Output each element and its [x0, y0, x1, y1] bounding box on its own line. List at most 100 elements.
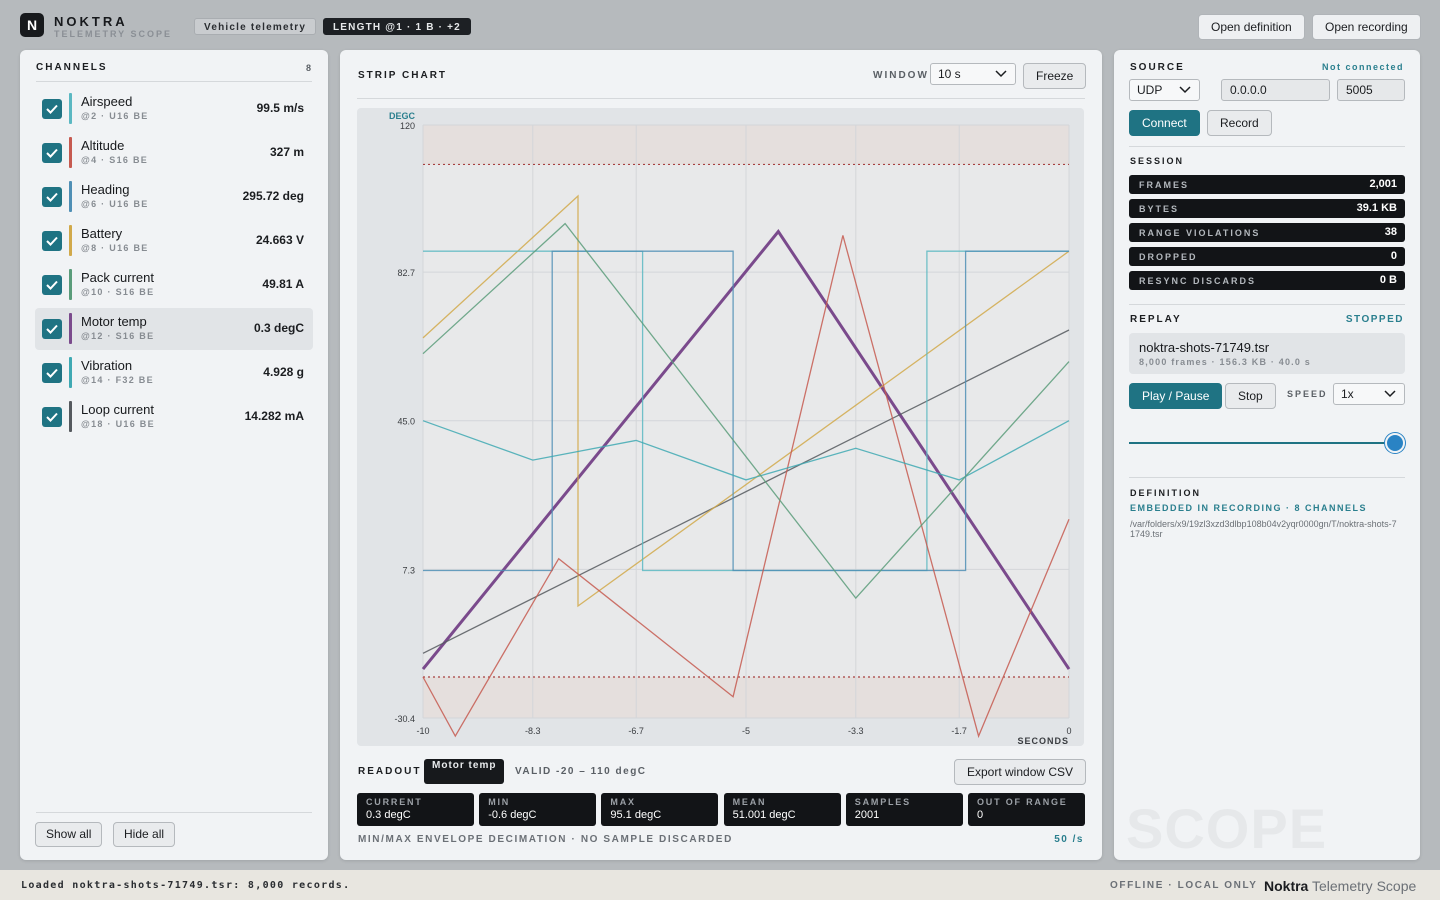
channel-value: 295.72 deg: [242, 189, 304, 203]
channel-value: 14.282 mA: [244, 409, 304, 423]
channel-row[interactable]: Motor temp @12 · S16 BE 0.3 degC: [35, 308, 313, 350]
readout-stat: MAX 95.1 degC: [601, 793, 719, 826]
stop-button[interactable]: Stop: [1225, 383, 1276, 409]
connection-status: Not connected: [1321, 62, 1404, 72]
channel-color-swatch: [69, 225, 72, 256]
chevron-down-icon: [1384, 390, 1396, 398]
source-title: SOURCE: [1130, 62, 1185, 73]
x-tick-label: -1.7: [951, 726, 967, 736]
stat-label: MEAN: [732, 797, 767, 807]
channel-value: 99.5 m/s: [256, 101, 304, 115]
brand-name: NOKTRA: [54, 14, 128, 29]
channel-meta: @2 · U16 BE: [81, 111, 149, 121]
export-csv-button[interactable]: Export window CSV: [954, 759, 1087, 785]
replay-title: REPLAY: [1130, 314, 1182, 325]
host-input[interactable]: 0.0.0.0: [1221, 79, 1330, 101]
protocol-select[interactable]: UDP: [1129, 79, 1200, 101]
chevron-down-icon: [1179, 86, 1191, 94]
definition-source: EMBEDDED IN RECORDING · 8 CHANNELS: [1130, 503, 1368, 513]
channel-meta: @14 · F32 BE: [81, 375, 154, 385]
channel-checkbox[interactable]: [42, 231, 62, 251]
window-value: 10 s: [938, 67, 961, 81]
show-all-button[interactable]: Show all: [35, 822, 103, 847]
replay-file-meta: 8,000 frames · 156.3 KB · 40.0 s: [1139, 357, 1311, 367]
port-input[interactable]: 5005: [1337, 79, 1405, 101]
check-icon: [46, 192, 58, 202]
metric-label: FRAMES: [1139, 180, 1189, 190]
definition-title: DEFINITION: [1130, 488, 1201, 498]
divider: [1129, 146, 1405, 147]
stat-value: 95.1 degC: [610, 809, 662, 821]
channel-meta: @10 · S16 BE: [81, 287, 155, 297]
channel-checkbox[interactable]: [42, 143, 62, 163]
channel-checkbox[interactable]: [42, 99, 62, 119]
replay-slider-track[interactable]: [1129, 442, 1405, 444]
channels-title: CHANNELS: [36, 62, 108, 73]
channel-color-swatch: [69, 181, 72, 212]
stat-value: -0.6 degC: [488, 809, 537, 821]
divider: [36, 81, 312, 82]
window-select[interactable]: 10 s: [930, 63, 1016, 85]
replay-file-name: noktra-shots-71749.tsr: [1139, 340, 1270, 355]
channel-name: Heading: [81, 182, 130, 197]
channel-row[interactable]: Altitude @4 · S16 BE 327 m: [35, 132, 313, 174]
channel-value: 49.81 A: [262, 277, 304, 291]
profile-pill[interactable]: Vehicle telemetry: [194, 18, 317, 35]
x-axis-label: SECONDS: [1017, 736, 1069, 746]
metric-value: 38: [1384, 226, 1397, 238]
window-label: WINDOW: [873, 70, 929, 81]
chevron-down-icon: [995, 70, 1007, 78]
check-icon: [46, 148, 58, 158]
session-metric: RANGE VIOLATIONS 38: [1129, 223, 1405, 242]
y-tick-label: 120: [400, 121, 415, 131]
play-pause-button[interactable]: Play / Pause: [1129, 383, 1223, 409]
speed-select[interactable]: 1x: [1333, 383, 1405, 405]
channel-checkbox[interactable]: [42, 187, 62, 207]
freeze-button[interactable]: Freeze: [1023, 63, 1087, 89]
readout-stat: MEAN 51.001 degC: [723, 793, 841, 826]
channel-color-swatch: [69, 357, 72, 388]
replay-slider-thumb[interactable]: [1385, 433, 1405, 453]
connect-button[interactable]: Connect: [1129, 110, 1200, 136]
channel-row[interactable]: Battery @8 · U16 BE 24.663 V: [35, 220, 313, 262]
brand-subtitle: TELEMETRY SCOPE: [54, 29, 173, 39]
channels-count: 8: [305, 63, 311, 73]
check-icon: [46, 104, 58, 114]
status-brand-bold: Noktra: [1264, 878, 1309, 894]
channel-color-swatch: [69, 93, 72, 124]
channel-name: Loop current: [81, 402, 154, 417]
strip-chart-title: STRIP CHART: [358, 70, 448, 81]
channel-checkbox[interactable]: [42, 363, 62, 383]
x-tick-label: -10: [416, 726, 429, 736]
stat-label: CURRENT: [366, 797, 423, 807]
channel-checkbox[interactable]: [42, 319, 62, 339]
channel-row[interactable]: Loop current @18 · U16 BE 14.282 mA: [35, 396, 313, 438]
channel-row[interactable]: Pack current @10 · S16 BE 49.81 A: [35, 264, 313, 306]
readout-stat: CURRENT 0.3 degC: [357, 793, 474, 826]
metric-label: RANGE VIOLATIONS: [1139, 228, 1261, 238]
readout-label: READOUT: [358, 766, 422, 777]
channel-row[interactable]: Vibration @14 · F32 BE 4.928 g: [35, 352, 313, 394]
channel-meta: @18 · U16 BE: [81, 419, 155, 429]
open-definition-button[interactable]: Open definition: [1198, 14, 1305, 40]
readout-channel-chip[interactable]: Motor temp: [424, 759, 505, 784]
replay-file-card: noktra-shots-71749.tsr 8,000 frames · 15…: [1129, 333, 1405, 374]
stat-label: OUT OF RANGE: [977, 797, 1068, 807]
strip-chart[interactable]: 120 82.7 45.0 7.3 -30.4 -10 -8.3 -6.7 -5 -3.3 -1.7…: [357, 108, 1084, 746]
selection-pill[interactable]: LENGTH @1 · 1 B · +2: [323, 18, 471, 35]
channel-name: Altitude: [81, 138, 125, 153]
chart-canvas[interactable]: 120 82.7 45.0 7.3 -30.4-10 -8.3 -6.7 -5 -3.3 -1.7…: [357, 108, 1084, 746]
status-mode: OFFLINE · LOCAL ONLY: [1110, 880, 1258, 891]
stat-value: 0: [977, 809, 984, 821]
channel-row[interactable]: Heading @6 · U16 BE 295.72 deg: [35, 176, 313, 218]
decimation-note: MIN/MAX ENVELOPE DECIMATION · NO SAMPLE …: [358, 834, 733, 845]
y-tick-label: 82.7: [397, 268, 415, 278]
y-tick-label: 7.3: [402, 565, 415, 575]
channel-checkbox[interactable]: [42, 407, 62, 427]
open-recording-button[interactable]: Open recording: [1312, 14, 1421, 40]
hide-all-button[interactable]: Hide all: [113, 822, 176, 847]
app-logo: N: [20, 13, 44, 37]
channel-checkbox[interactable]: [42, 275, 62, 295]
record-button[interactable]: Record: [1207, 110, 1272, 136]
channel-row[interactable]: Airspeed @2 · U16 BE 99.5 m/s: [35, 88, 313, 130]
